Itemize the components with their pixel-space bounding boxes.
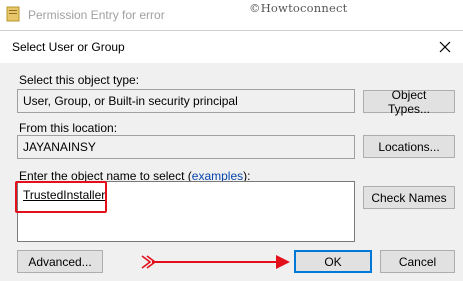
close-icon[interactable]: [433, 35, 457, 59]
red-arrow-icon: [140, 253, 290, 274]
check-names-button[interactable]: Check Names: [363, 186, 455, 209]
watermark: ©Howtoconnect: [249, 1, 348, 15]
cancel-button[interactable]: Cancel: [380, 250, 455, 273]
location-field: JAYANAINSY: [17, 135, 355, 159]
object-types-button[interactable]: Object Types...: [363, 88, 455, 116]
advanced-button[interactable]: Advanced...: [17, 250, 103, 273]
dialog-title: Select User or Group: [12, 40, 125, 54]
object-type-label: Select this object type:: [19, 73, 140, 87]
dialog-titlebar: Select User or Group: [0, 31, 463, 63]
ok-button[interactable]: OK: [294, 250, 372, 273]
location-label: From this location:: [19, 121, 118, 135]
locations-button[interactable]: Locations...: [363, 135, 455, 158]
background-window-title: Permission Entry for error: [28, 8, 165, 22]
background-window-titlebar: Permission Entry for error: [0, 0, 463, 30]
select-user-dialog: Select User or Group Select this object …: [0, 30, 463, 281]
folder-icon: [6, 6, 20, 22]
red-annotation-box: [15, 181, 107, 213]
object-type-field: User, Group, or Built-in security princi…: [17, 89, 355, 113]
